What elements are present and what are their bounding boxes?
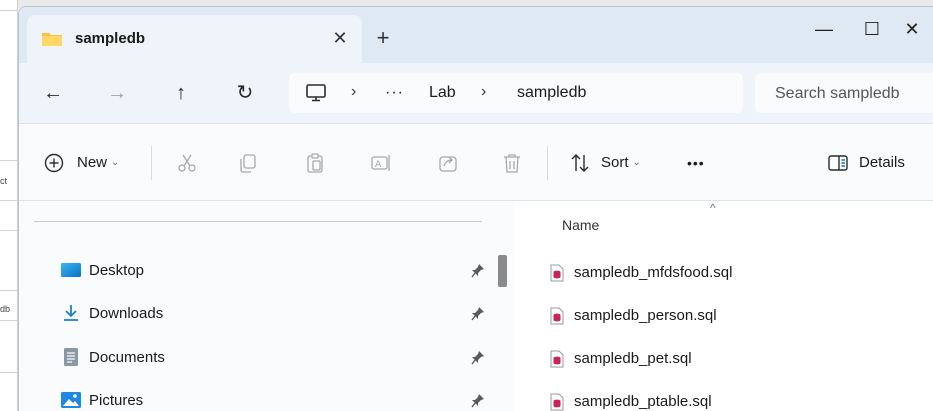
cut-icon[interactable] (176, 152, 198, 174)
file-name: sampledb_pet.sql (574, 350, 692, 367)
background-divider (0, 10, 18, 11)
background-divider (0, 200, 18, 201)
search-input[interactable] (775, 83, 933, 105)
tab-sampledb[interactable]: sampledb ✕ (27, 15, 362, 63)
file-name: sampledb_person.sql (574, 307, 717, 324)
sort-ascending-icon: ^ (710, 201, 716, 215)
sql-file-icon (550, 350, 564, 368)
background-text: db (0, 304, 11, 314)
background-divider (0, 290, 18, 291)
share-icon[interactable] (437, 152, 459, 174)
back-button[interactable]: ← (37, 77, 69, 109)
title-bar: sampledb ✕ + — ☐ ✕ (19, 7, 933, 63)
details-button[interactable]: Details (859, 148, 905, 178)
navigation-scrollbar[interactable] (498, 255, 507, 287)
desktop-icon (61, 263, 81, 277)
column-header-name[interactable]: Name (562, 217, 599, 233)
command-separator (547, 146, 548, 180)
nav-item-desktop[interactable]: Desktop (39, 253, 489, 289)
paste-icon[interactable] (304, 152, 326, 174)
breadcrumb-separator[interactable]: › (351, 83, 356, 101)
refresh-button[interactable]: ↻ (229, 77, 261, 109)
nav-item-label: Pictures (89, 392, 144, 409)
minimize-button[interactable]: — (801, 11, 847, 47)
tab-title: sampledb (75, 30, 146, 47)
svg-text:A: A (375, 160, 382, 170)
file-row[interactable]: sampledb_pet.sql (544, 341, 924, 377)
pin-icon[interactable] (471, 263, 485, 279)
computer-icon[interactable] (305, 84, 327, 102)
new-icon (44, 153, 64, 173)
documents-icon (64, 348, 78, 366)
command-bar: New ⌄ A Sort ⌄ ••• Details (19, 123, 933, 201)
command-separator (151, 146, 152, 180)
new-label: New (77, 154, 108, 171)
delete-icon[interactable] (501, 152, 523, 174)
file-row[interactable]: sampledb_ptable.sql (544, 384, 924, 411)
sort-label: Sort (601, 154, 629, 171)
breadcrumb-sampledb[interactable]: sampledb (517, 84, 586, 102)
navigation-divider (34, 221, 482, 222)
search-box[interactable] (755, 73, 933, 113)
file-explorer-window: sampledb ✕ + — ☐ ✕ ← → ↑ ↻ › ··· Lab › s… (18, 6, 933, 411)
copy-icon[interactable] (237, 152, 259, 174)
breadcrumb-lab[interactable]: Lab (429, 84, 456, 102)
file-row[interactable]: sampledb_person.sql (544, 298, 924, 334)
close-tab-button[interactable]: ✕ (327, 25, 353, 51)
close-window-button[interactable]: ✕ (889, 11, 933, 47)
breadcrumb-overflow[interactable]: ··· (385, 84, 404, 102)
file-name: sampledb_ptable.sql (574, 393, 712, 410)
address-bar[interactable]: › ··· Lab › sampledb (289, 73, 743, 113)
background-divider (0, 372, 18, 373)
file-list: ^ Name sampledb_mfdsfood.sql sampledb_pe… (514, 201, 933, 411)
nav-item-downloads[interactable]: Downloads (39, 296, 489, 332)
nav-item-documents[interactable]: Documents (39, 340, 489, 376)
background-window: ct db (0, 0, 18, 411)
new-tab-button[interactable]: + (369, 25, 397, 53)
chevron-down-icon: ⌄ (632, 157, 641, 168)
nav-item-label: Desktop (89, 262, 145, 279)
background-divider (0, 320, 18, 321)
sql-file-icon (550, 393, 564, 411)
rename-icon[interactable]: A (370, 152, 392, 174)
chevron-down-icon: ⌄ (111, 157, 120, 168)
background-divider (0, 230, 18, 231)
sql-file-icon (550, 307, 564, 325)
more-options-button[interactable]: ••• (687, 148, 705, 178)
sort-button[interactable]: Sort ⌄ (601, 148, 641, 178)
file-row[interactable]: sampledb_mfdsfood.sql (544, 255, 924, 291)
nav-item-pictures[interactable]: Pictures (39, 383, 489, 411)
pin-icon[interactable] (471, 306, 485, 322)
background-text: ct (0, 176, 8, 186)
nav-item-label: Documents (89, 349, 165, 366)
details-pane-icon (828, 155, 848, 171)
file-name: sampledb_mfdsfood.sql (574, 264, 733, 281)
sql-file-icon (550, 264, 564, 282)
folder-icon (42, 33, 62, 46)
downloads-icon (64, 305, 78, 321)
navigation-pane: Desktop Downloads Documents Pictures (19, 201, 514, 411)
navigation-bar: ← → ↑ ↻ › ··· Lab › sampledb (19, 63, 933, 123)
sort-icon (571, 154, 589, 172)
new-button[interactable]: New ⌄ (77, 148, 119, 178)
nav-item-label: Downloads (89, 305, 164, 322)
pictures-icon (61, 392, 81, 408)
pin-icon[interactable] (471, 350, 485, 366)
pin-icon[interactable] (471, 393, 485, 409)
breadcrumb-separator[interactable]: › (481, 83, 486, 101)
forward-button[interactable]: → (101, 77, 133, 109)
background-divider (0, 160, 18, 161)
up-button[interactable]: ↑ (165, 77, 197, 109)
